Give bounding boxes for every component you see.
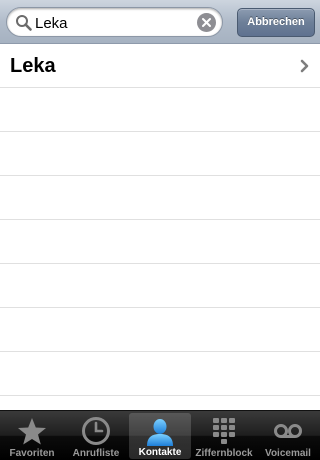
cancel-button[interactable]: Abbrechen xyxy=(237,8,315,37)
tab-label: Kontakte xyxy=(138,447,182,458)
search-icon xyxy=(15,14,33,32)
list-item[interactable]: Leka xyxy=(0,44,320,88)
search-bar: Abbrechen xyxy=(0,0,320,44)
empty-row xyxy=(0,352,320,396)
empty-row xyxy=(0,308,320,352)
keypad-icon xyxy=(208,416,240,446)
search-input[interactable] xyxy=(35,12,195,34)
chevron-right-icon xyxy=(300,59,310,73)
clear-search-icon[interactable] xyxy=(197,13,216,32)
tab-keypad[interactable]: Ziffernblock xyxy=(192,412,256,460)
tab-contacts[interactable]: Kontakte xyxy=(129,413,191,459)
tab-label: Favoriten xyxy=(9,448,55,459)
contact-name: Leka xyxy=(10,55,56,77)
contact-results-list: Leka xyxy=(0,44,320,410)
search-field[interactable] xyxy=(6,7,223,37)
tab-label: Ziffernblock xyxy=(195,448,253,459)
star-icon xyxy=(16,416,48,446)
tab-voicemail[interactable]: Voicemail xyxy=(256,412,320,460)
tab-label: Anrufliste xyxy=(72,448,120,459)
tab-favorites[interactable]: Favoriten xyxy=(0,412,64,460)
tab-recents[interactable]: Anrufliste xyxy=(64,412,128,460)
empty-row xyxy=(0,88,320,132)
empty-row xyxy=(0,176,320,220)
voicemail-icon xyxy=(272,416,304,446)
clock-icon xyxy=(80,416,112,446)
empty-row xyxy=(0,264,320,308)
empty-row xyxy=(0,132,320,176)
tab-bar: Favoriten Anrufliste Kontakte Ziffernblo… xyxy=(0,410,320,460)
empty-row xyxy=(0,220,320,264)
tab-label: Voicemail xyxy=(265,448,311,459)
contacts-icon xyxy=(144,417,176,447)
